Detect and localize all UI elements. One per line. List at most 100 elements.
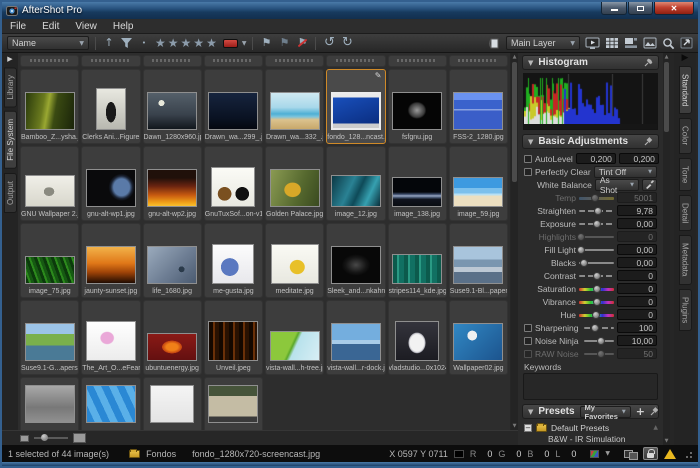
magnifier-icon[interactable] [662, 37, 675, 50]
vibrance-slider-handle[interactable] [593, 298, 601, 306]
saturation-slider-handle[interactable] [593, 285, 601, 293]
thumbnail-cell[interactable]: life_1680.jpg [143, 223, 202, 298]
star-icon[interactable]: ★ [155, 36, 168, 50]
flag-reject-icon[interactable]: ⚑ [295, 36, 309, 50]
scroll-down-icon[interactable]: ▼ [663, 438, 670, 444]
thumbnail-cell[interactable]: Drawn_wa...332_.jpg [265, 69, 324, 144]
hue-slider[interactable] [579, 310, 614, 320]
thumbnail-cell[interactable] [20, 55, 79, 67]
presets-section-header[interactable]: ▼ Presets My Favorites ▼ + [522, 404, 659, 419]
color-label-swatch[interactable] [223, 39, 238, 48]
thumbnail-cell[interactable]: GnuTuxSof...on-v1.jpg [204, 146, 263, 221]
rotate-left-icon[interactable]: ↺ [322, 36, 336, 50]
thumbnail-cell[interactable]: Wallpaper02.jpg [449, 300, 508, 375]
lock-button[interactable] [643, 447, 658, 460]
panel-tab-detail[interactable]: Detail [679, 195, 692, 231]
vibrance-slider[interactable] [579, 297, 614, 307]
menu-file[interactable]: File [2, 19, 34, 33]
panel-scrollbar[interactable]: ▲ ▼ [663, 53, 670, 445]
resize-grip[interactable] [684, 450, 692, 458]
rotate-right-icon[interactable]: ↻ [340, 36, 354, 50]
preset-folder-row[interactable]: −Default Presets [524, 422, 659, 433]
temp-value[interactable]: 5001 [617, 192, 657, 203]
preset-item[interactable]: B&W - IR Simulation [524, 433, 659, 444]
collapse-left-panel-icon[interactable]: ▶ [7, 55, 12, 63]
thumbnail-cell[interactable] [20, 377, 79, 430]
thumbnail-cell[interactable]: fsfgnu.jpg [388, 69, 447, 144]
sharpening-slider-handle[interactable] [591, 324, 599, 332]
thumbnail-cell[interactable] [449, 55, 508, 67]
straighten-slider[interactable] [579, 206, 614, 216]
thumbnail-cell[interactable]: image_12.jpg [326, 146, 385, 221]
pin-icon[interactable] [644, 137, 653, 146]
scroll-up-icon[interactable]: ▲ [511, 54, 518, 60]
thumbnail-cell[interactable]: Sleek_and...nkahn.jpg [326, 223, 385, 298]
highlights-slider-handle[interactable] [577, 233, 585, 241]
thumbnail-cell[interactable]: Dawn_1280x960.jpg [143, 69, 202, 144]
hue-value[interactable]: 0 [617, 309, 657, 320]
thumbnail-cell[interactable] [81, 377, 140, 430]
histogram-section-header[interactable]: ▼ Histogram [522, 55, 659, 70]
pin-icon[interactable] [644, 58, 653, 67]
noise-ninja-slider[interactable] [584, 336, 614, 346]
exposure-value[interactable]: 0,00 [617, 218, 657, 229]
thumbnail-cell[interactable] [204, 377, 263, 430]
grid-scrollbar[interactable]: ▲ ▼ [511, 53, 518, 445]
collapse-expander-icon[interactable]: − [524, 424, 532, 432]
sharpening-checkbox[interactable] [524, 324, 532, 332]
collapse-triangle-icon[interactable]: ▼ [528, 408, 533, 416]
collapse-triangle-icon[interactable]: ▼ [528, 138, 533, 146]
thumbnail-cell[interactable] [326, 55, 385, 67]
thumbnail-cell[interactable]: Golden Palace.jpg [265, 146, 324, 221]
panel-tab-standard[interactable]: Standard [679, 66, 692, 114]
thumbnail-cell[interactable]: fondo_128...ncast.jpg✎ [326, 69, 385, 144]
title-bar[interactable]: AfterShot Pro ✕ [2, 2, 698, 19]
autolevel-checkbox[interactable] [524, 155, 532, 163]
preview-view-icon[interactable] [643, 37, 657, 49]
sharpening-value[interactable]: 100 [617, 322, 657, 333]
blacks-slider-handle[interactable] [580, 259, 588, 267]
flag-review-icon[interactable]: ⚑ [277, 36, 291, 50]
raw-noise-value[interactable]: 50 [617, 348, 657, 359]
noise-ninja-value[interactable]: 10,00 [617, 335, 657, 346]
contrast-value[interactable]: 0 [617, 270, 657, 281]
thumbnail-grid-view-icon[interactable] [605, 37, 619, 49]
straighten-slider-handle[interactable] [594, 207, 602, 215]
layer-combo[interactable]: Main Layer ▼ [506, 36, 580, 50]
current-folder[interactable]: Fondos [146, 449, 176, 459]
add-preset-button[interactable]: + [636, 407, 645, 417]
vibrance-value[interactable]: 0 [617, 296, 657, 307]
saturation-value[interactable]: 0 [617, 283, 657, 294]
fullscreen-arrow-icon[interactable] [680, 37, 693, 49]
fill-light-slider-handle[interactable] [577, 246, 585, 254]
layers-icon[interactable] [488, 37, 501, 50]
panel-tab-color[interactable]: Color [679, 118, 692, 153]
star-icon[interactable]: ★ [181, 36, 194, 50]
fill-light-value[interactable]: 0,00 [617, 244, 657, 255]
thumbnail-cell[interactable]: gnu-alt-wp2.jpg [143, 146, 202, 221]
white-balance-eyedropper-button[interactable] [642, 179, 657, 191]
thumbnail-cell[interactable]: vladstudio...0x1024.jpg [388, 300, 447, 375]
no-rating-dot-icon[interactable]: • [137, 36, 151, 50]
thumbnail-cell[interactable]: ubuntuenergy.jpg [143, 300, 202, 375]
filter-icon[interactable] [120, 37, 133, 49]
thumbnail-cell[interactable]: FSS-2_1280.jpg [449, 69, 508, 144]
temp-slider-handle[interactable] [591, 194, 599, 202]
scroll-up-icon[interactable]: ▲ [653, 424, 658, 431]
sort-ascending-icon[interactable]: ↑ [102, 36, 116, 50]
collapse-right-panel-icon[interactable]: ▶ [682, 54, 689, 62]
sidebar-tab-output[interactable]: Output [4, 173, 17, 213]
thumbnail-cell[interactable]: vista-wall...r-dock.jpg [326, 300, 385, 375]
sidebar-tab-file-system[interactable]: File System [4, 111, 17, 169]
thumbnail-cell[interactable]: Suse9.1-Bl...papers.jpg [449, 223, 508, 298]
warning-icon[interactable] [664, 449, 676, 459]
thumbnail-cell[interactable]: Suse9.1-G...apers.jpg [20, 300, 79, 375]
white-balance-combo[interactable]: As Shot ▼ [595, 179, 639, 191]
panel-tab-tone[interactable]: Tone [679, 158, 692, 191]
thumbnail-cell[interactable]: image_75.jpg [20, 223, 79, 298]
perfectly-clear-checkbox[interactable] [524, 168, 532, 176]
thumbnail-cell[interactable]: Clerks Ani...Figure.jpg [81, 69, 140, 144]
flag-pick-icon[interactable]: ⚑ [259, 36, 273, 50]
thumbnail-cell[interactable] [81, 55, 140, 67]
color-label-caret-icon[interactable]: ▼ [242, 40, 247, 47]
